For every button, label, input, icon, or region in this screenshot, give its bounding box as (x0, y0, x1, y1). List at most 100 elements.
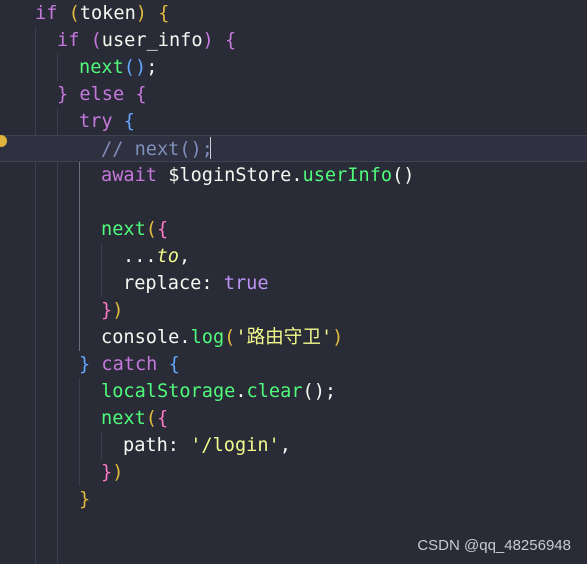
code-editor[interactable]: if (token) {if (user_info) {next();} els… (0, 0, 587, 564)
code-line[interactable]: } catch { (0, 351, 587, 378)
code-token: '路由守卫' (235, 327, 333, 348)
code-token: ; (324, 381, 337, 402)
code-token: path (123, 435, 168, 456)
code-line[interactable]: localStorage.clear(); (0, 378, 587, 405)
code-token: { (135, 84, 147, 105)
code-token: ( (224, 327, 236, 348)
code-token: { (156, 408, 169, 429)
watermark: CSDN @qq_48256948 (417, 537, 571, 554)
code-token: { (158, 3, 170, 24)
code-line[interactable] (0, 189, 587, 216)
code-text: // next(); (101, 136, 213, 163)
code-token: userInfo (302, 165, 393, 186)
code-token: . (291, 165, 303, 186)
code-token: '/login' (190, 435, 280, 456)
code-token: , (279, 435, 291, 456)
code-token: $loginStore (168, 165, 292, 186)
code-text: path: '/login', (123, 432, 291, 459)
code-token: : (167, 435, 179, 456)
code-text: next({ (101, 405, 168, 432)
code-text: } else { (57, 81, 147, 108)
code-token: ( (68, 3, 80, 24)
code-token: () (392, 165, 415, 186)
code-token: ) (332, 327, 344, 348)
code-token: next (101, 408, 146, 429)
code-token: next (101, 219, 146, 240)
code-token: replace (123, 273, 202, 294)
code-line[interactable]: } else { (0, 81, 587, 108)
code-token: ) (134, 57, 147, 78)
code-token: clear (246, 381, 303, 402)
code-token: } (79, 489, 91, 510)
code-text: console.log('路由守卫') (101, 324, 343, 351)
code-token: } (101, 462, 113, 483)
code-line[interactable]: await $loginStore.userInfo() (0, 162, 587, 189)
code-text: }) (101, 459, 123, 486)
code-token: ( (145, 219, 157, 240)
code-token: } (79, 354, 91, 375)
code-line[interactable]: }) (0, 459, 587, 486)
code-token: ) (202, 30, 214, 51)
code-text: if (token) { (35, 0, 169, 27)
code-token: ) (112, 300, 124, 321)
code-token: () (302, 381, 325, 402)
code-line[interactable]: try { (0, 108, 587, 135)
text-cursor (210, 137, 211, 159)
code-line[interactable]: ...to, (0, 243, 587, 270)
code-token: if (35, 3, 58, 24)
code-token: console (101, 327, 180, 348)
code-line[interactable]: }) (0, 297, 587, 324)
code-token: else (79, 84, 125, 105)
code-text: }) (101, 297, 123, 324)
code-token: { (123, 111, 135, 132)
code-line[interactable]: next(); (0, 54, 587, 81)
code-line[interactable]: path: '/login', (0, 432, 587, 459)
code-text: localStorage.clear(); (101, 378, 336, 405)
code-token: next (79, 57, 124, 78)
code-text: try { (79, 108, 135, 135)
code-token: } (101, 300, 113, 321)
code-line[interactable]: // next(); (0, 135, 587, 162)
code-token: ... (123, 246, 157, 267)
code-token: // next(); (101, 139, 213, 160)
code-line[interactable]: } (0, 486, 587, 513)
code-line[interactable]: console.log('路由守卫') (0, 324, 587, 351)
code-token: ) (112, 462, 124, 483)
code-token: if (57, 30, 80, 51)
code-token: { (168, 354, 180, 375)
code-token: await (101, 165, 157, 186)
code-token: ) (135, 3, 147, 24)
code-token: token (79, 3, 136, 24)
code-text: replace: true (123, 270, 269, 297)
code-line[interactable]: if (user_info) { (0, 27, 587, 54)
code-token: catch (101, 354, 158, 375)
code-token: { (224, 30, 237, 51)
code-text: await $loginStore.userInfo() (101, 162, 414, 189)
code-token: user_info (101, 30, 203, 51)
code-text: } (79, 486, 90, 513)
code-text: next({ (101, 216, 168, 243)
code-line[interactable]: if (token) { (0, 0, 587, 27)
code-token: ( (90, 30, 102, 51)
code-token: , (178, 246, 191, 267)
code-token: try (79, 111, 113, 132)
code-text: next(); (79, 54, 157, 81)
code-token: true (223, 273, 269, 294)
code-line[interactable]: replace: true (0, 270, 587, 297)
code-text: if (user_info) { (57, 27, 236, 54)
code-line[interactable]: next({ (0, 216, 587, 243)
code-text: ...to, (123, 243, 190, 270)
code-line[interactable]: next({ (0, 405, 587, 432)
code-token: : (201, 273, 213, 294)
